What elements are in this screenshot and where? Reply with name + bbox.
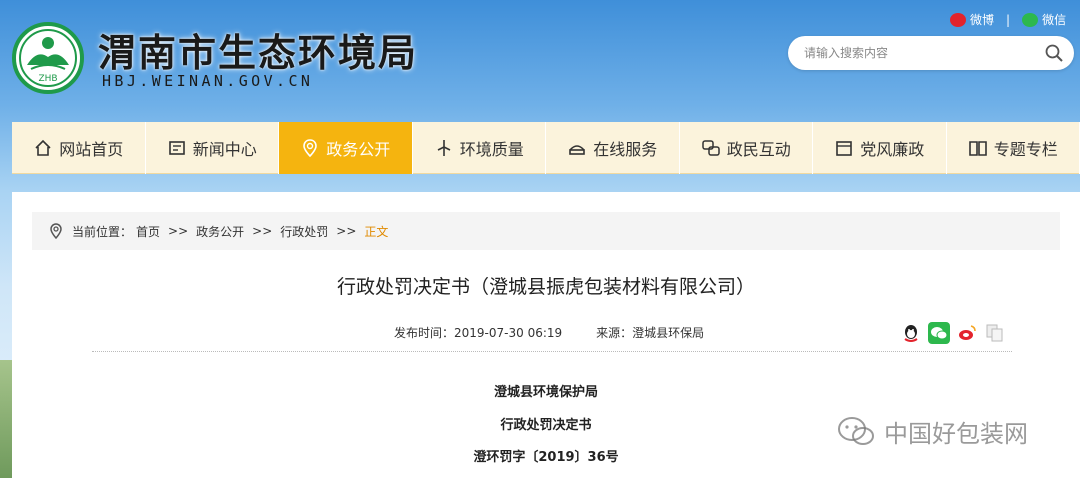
publish-time: 2019-07-30 06:19 [454,326,563,340]
news-icon [168,141,185,155]
breadcrumb-penalty[interactable]: 行政处罚 [280,223,328,240]
search-input[interactable] [804,43,1034,63]
location-icon [303,139,318,158]
breadcrumb-label: 当前位置： [72,224,133,239]
logo-text: ZHB [38,74,57,84]
source-info: 来源：澄城县环保局 [596,324,704,341]
social-separator: | [1006,12,1011,27]
background-scenery [0,360,12,478]
wechat-link[interactable]: 微信 [1042,11,1066,28]
breadcrumb-separator: >> [336,224,357,238]
nav-item-interaction[interactable]: 政民互动 [680,122,813,174]
windmill-icon [437,140,451,156]
wechat-share-icon[interactable] [928,322,950,344]
nav-item-environment[interactable]: 环境质量 [413,122,546,174]
watermark: 中国好包装网 [836,414,1028,449]
nav-label: 政务公开 [326,140,391,159]
share-bar [900,322,1006,344]
nav-label: 环境质量 [459,140,524,159]
location-pin-icon [50,223,62,239]
interaction-icon [701,140,720,156]
home-icon [35,139,51,156]
book-icon [968,141,987,156]
main-nav: 网站首页 新闻中心 政务公开 环境质量 在线服务 政民互动 党风廉政 专题专栏 [12,122,1080,174]
nav-label: 专题专栏 [993,140,1058,159]
article-title: 行政处罚决定书（澄城县振虎包装材料有限公司） [336,276,755,298]
weibo-icon[interactable] [950,12,966,27]
breadcrumb-government[interactable]: 政务公开 [196,223,244,240]
meta-divider [92,351,1012,352]
wechat-watermark-icon [838,416,874,445]
logo-icon: ZHB [19,29,77,87]
site-title[interactable]: 渭南市生态环境局 [98,22,418,77]
breadcrumb: 当前位置： 首页 >> 政务公开 >> 行政处罚 >> 正文 [32,212,1060,250]
site-header: ZHB 渭南市生态环境局 HBJ.WEINAN.GOV.CN 微博 | 微信 [0,0,1080,122]
party-icon [836,141,853,156]
nav-label: 网站首页 [59,140,124,159]
nav-item-news[interactable]: 新闻中心 [146,122,279,174]
nav-item-government[interactable]: 政务公开 [279,122,413,174]
qq-icon[interactable] [900,322,922,344]
breadcrumb-home[interactable]: 首页 [136,223,160,240]
source-label: 来源： [596,326,633,340]
search-icon[interactable] [1044,43,1064,63]
watermark-text: 中国好包装网 [884,420,1028,448]
wechat-icon[interactable] [1022,12,1039,27]
source-value: 澄城县环保局 [632,326,705,340]
nav-label: 政民互动 [726,140,791,159]
nav-item-topics[interactable]: 专题专栏 [947,122,1080,174]
weibo-share-icon[interactable] [956,322,978,344]
article-meta: 发布时间：2019-07-30 06:19 来源：澄城县环保局 [394,324,704,341]
site-domain: HBJ.WEINAN.GOV.CN [102,72,314,90]
social-links: 微博 | 微信 [950,11,1066,28]
publish-info: 发布时间：2019-07-30 06:19 [394,324,562,341]
weibo-link[interactable]: 微博 [970,11,994,28]
nav-label: 新闻中心 [192,140,257,159]
breadcrumb-separator: >> [252,224,273,238]
nav-item-online-service[interactable]: 在线服务 [546,122,680,174]
breadcrumb-current: 正文 [364,224,389,239]
nav-item-home[interactable]: 网站首页 [12,122,146,174]
breadcrumb-separator: >> [168,224,189,238]
search-box [788,36,1074,70]
publish-label: 发布时间： [394,326,455,340]
nav-label: 党风廉政 [860,140,925,159]
nav-label: 在线服务 [593,140,658,159]
nav-item-party[interactable]: 党风廉政 [813,122,947,174]
copy-icon[interactable] [984,322,1006,344]
logo-emblem[interactable]: ZHB [12,22,84,94]
doc-issuer: 澄城县环境保护局 [493,385,598,400]
service-icon [569,145,586,155]
